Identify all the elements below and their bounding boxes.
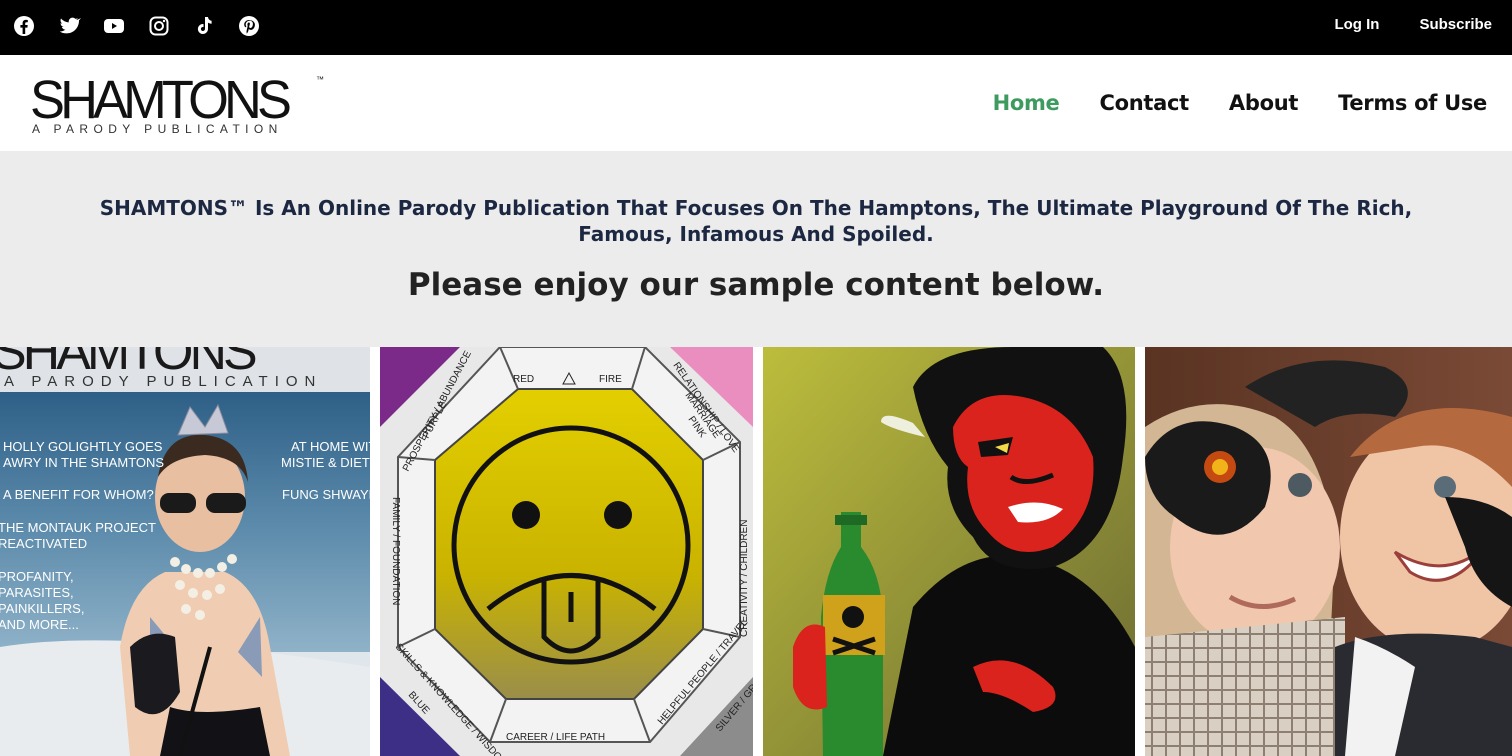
subscribe-link[interactable]: Subscribe xyxy=(1419,16,1492,33)
site-header: SHAMTONS ™ A PARODY PUBLICATION Home Con… xyxy=(0,55,1512,151)
cover-line: HOLLY GOLIGHTLY GOES xyxy=(3,439,163,454)
social-links xyxy=(12,14,261,38)
cover-line: FUNG SHWAYED xyxy=(282,487,370,502)
sample-gallery: SHAMTONS A PARODY PUBLICATION HOLLY GOLI… xyxy=(0,347,1512,756)
logo-wordmark: SHAMTONS xyxy=(30,70,292,130)
gallery-tile-magazine-cover[interactable]: SHAMTONS A PARODY PUBLICATION HOLLY GOLI… xyxy=(0,347,370,756)
cover-line: AND MORE... xyxy=(0,617,79,632)
twitter-icon[interactable] xyxy=(57,14,81,38)
site-logo[interactable]: SHAMTONS ™ A PARODY PUBLICATION xyxy=(30,73,330,137)
cover-line: THE MONTAUK PROJECT xyxy=(0,520,156,535)
intro-section: SHAMTONS™ Is An Online Parody Publicatio… xyxy=(0,151,1512,347)
tiktok-icon[interactable] xyxy=(192,14,216,38)
nav-terms-of-use[interactable]: Terms of Use xyxy=(1338,91,1487,115)
cover-line: PAINKILLERS, xyxy=(0,601,84,616)
gallery-tile-children-photo[interactable] xyxy=(1145,347,1512,756)
top-bar: Log In Subscribe xyxy=(0,0,1512,55)
logo-trademark: ™ xyxy=(316,75,324,84)
nav-about[interactable]: About xyxy=(1229,91,1299,115)
bagua-label: CAREER / LIFE PATH xyxy=(506,732,605,743)
cover-line: AWRY IN THE SHAMTONS xyxy=(3,455,164,470)
intro-heading: Please enjoy our sample content below. xyxy=(407,267,1105,303)
bagua-label: RED xyxy=(513,374,534,385)
cover-line: REACTIVATED xyxy=(0,536,87,551)
cover-line: A BENEFIT FOR WHOM? xyxy=(3,487,154,502)
bagua-label: FIRE xyxy=(599,374,622,385)
cover-line: AT HOME WITH xyxy=(291,439,370,454)
cover-tagline: A PARODY PUBLICATION xyxy=(4,373,322,390)
pinterest-icon[interactable] xyxy=(237,14,261,38)
instagram-icon[interactable] xyxy=(147,14,171,38)
account-links: Log In Subscribe xyxy=(1334,16,1492,33)
facebook-icon[interactable] xyxy=(12,14,36,38)
nav-home[interactable]: Home xyxy=(993,91,1060,115)
gallery-tile-devil-illustration[interactable] xyxy=(763,347,1135,756)
cover-line: PARASITES, xyxy=(0,585,74,600)
gallery-tile-bagua-chart[interactable]: RED FIRE PURPLE PROSPERITY / ABUNDANCE R… xyxy=(380,347,753,756)
bagua-label: FAMILY / FOUNDATION xyxy=(390,497,401,605)
intro-lead-text: SHAMTONS™ Is An Online Parody Publicatio… xyxy=(99,196,1413,246)
nav-contact[interactable]: Contact xyxy=(1100,91,1190,115)
cover-line: PROFANITY, xyxy=(0,569,74,584)
logo-tagline: A PARODY PUBLICATION xyxy=(32,122,283,136)
login-link[interactable]: Log In xyxy=(1334,16,1379,33)
youtube-icon[interactable] xyxy=(102,14,126,38)
cover-line: MISTIE & DIETER xyxy=(281,455,370,470)
main-nav: Home Contact About Terms of Use xyxy=(993,91,1488,115)
